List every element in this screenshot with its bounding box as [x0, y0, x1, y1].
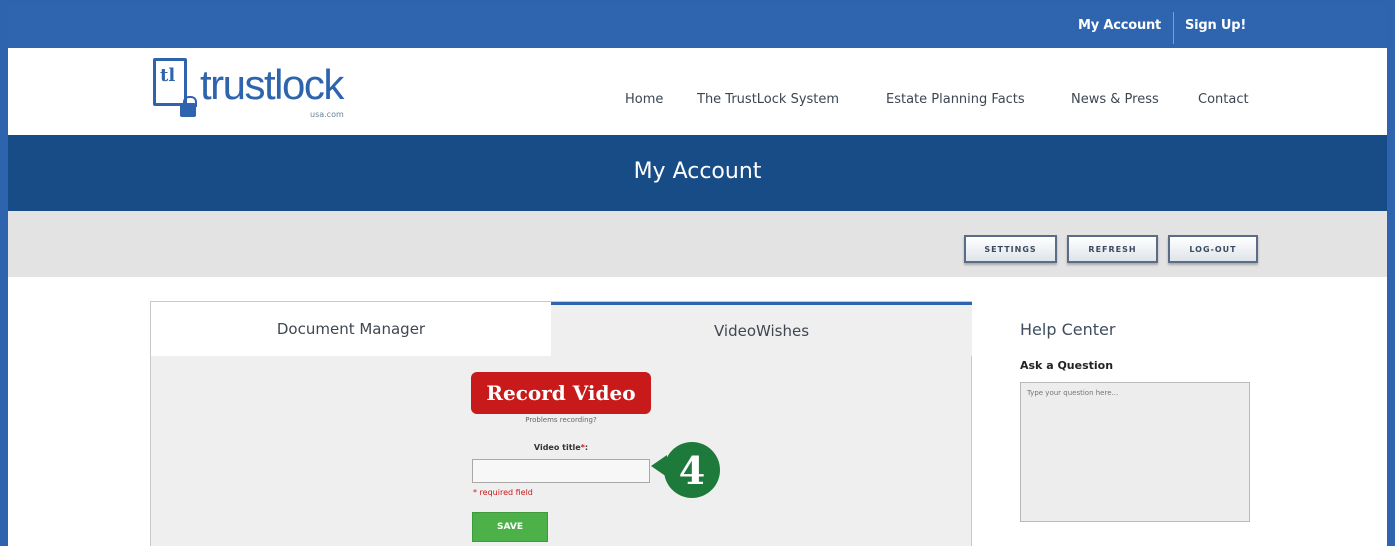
- video-title-input[interactable]: [472, 459, 650, 483]
- my-account-link[interactable]: My Account: [1078, 18, 1161, 33]
- refresh-button[interactable]: REFRESH: [1067, 235, 1158, 263]
- top-bar-divider: [1173, 12, 1174, 44]
- browser-frame: My Account Sign Up! tl trustlock usa.com…: [0, 0, 1395, 546]
- sign-up-link[interactable]: Sign Up!: [1185, 18, 1246, 33]
- problems-recording-link[interactable]: Problems recording?: [471, 416, 651, 424]
- nav-contact[interactable]: Contact: [1198, 92, 1249, 107]
- logo-wordmark: trustlock: [200, 61, 344, 108]
- required-field-note: * required field: [473, 488, 533, 497]
- page-title-band: My Account: [8, 135, 1387, 211]
- video-title-label-text: Video title: [533, 443, 581, 452]
- settings-button[interactable]: SETTINGS: [964, 235, 1057, 263]
- document-logo-icon: tl: [153, 58, 187, 106]
- video-title-label-colon: :: [584, 443, 589, 452]
- logout-button[interactable]: LOG-OUT: [1168, 235, 1258, 263]
- page-title: My Account: [633, 159, 762, 184]
- nav-home[interactable]: Home: [625, 92, 663, 107]
- nav-news-press[interactable]: News & Press: [1071, 92, 1159, 107]
- site-header: tl trustlock usa.com Home The TrustLock …: [8, 48, 1387, 135]
- record-video-button[interactable]: Record Video: [471, 372, 651, 414]
- help-center-title: Help Center: [1020, 320, 1116, 339]
- account-toolbar: SETTINGS REFRESH LOG-OUT: [8, 211, 1387, 277]
- save-button[interactable]: SAVE: [472, 512, 548, 542]
- question-textarea[interactable]: [1020, 382, 1250, 522]
- video-title-label: Video title*:: [471, 443, 651, 452]
- lock-icon: [180, 96, 197, 117]
- step-callout-badge: 4: [664, 442, 720, 498]
- nav-estate-planning-facts[interactable]: Estate Planning Facts: [886, 92, 1025, 107]
- ask-question-label: Ask a Question: [1020, 359, 1114, 372]
- tab-videowishes[interactable]: VideoWishes: [551, 302, 972, 356]
- nav-trustlock-system[interactable]: The TrustLock System: [697, 92, 839, 107]
- logo-icon-text: tl: [160, 65, 176, 86]
- tab-document-manager[interactable]: Document Manager: [151, 302, 551, 356]
- logo-subtext: usa.com: [310, 110, 344, 119]
- account-panel: Document Manager VideoWishes Record Vide…: [150, 301, 972, 546]
- top-utility-bar: My Account Sign Up!: [8, 6, 1387, 48]
